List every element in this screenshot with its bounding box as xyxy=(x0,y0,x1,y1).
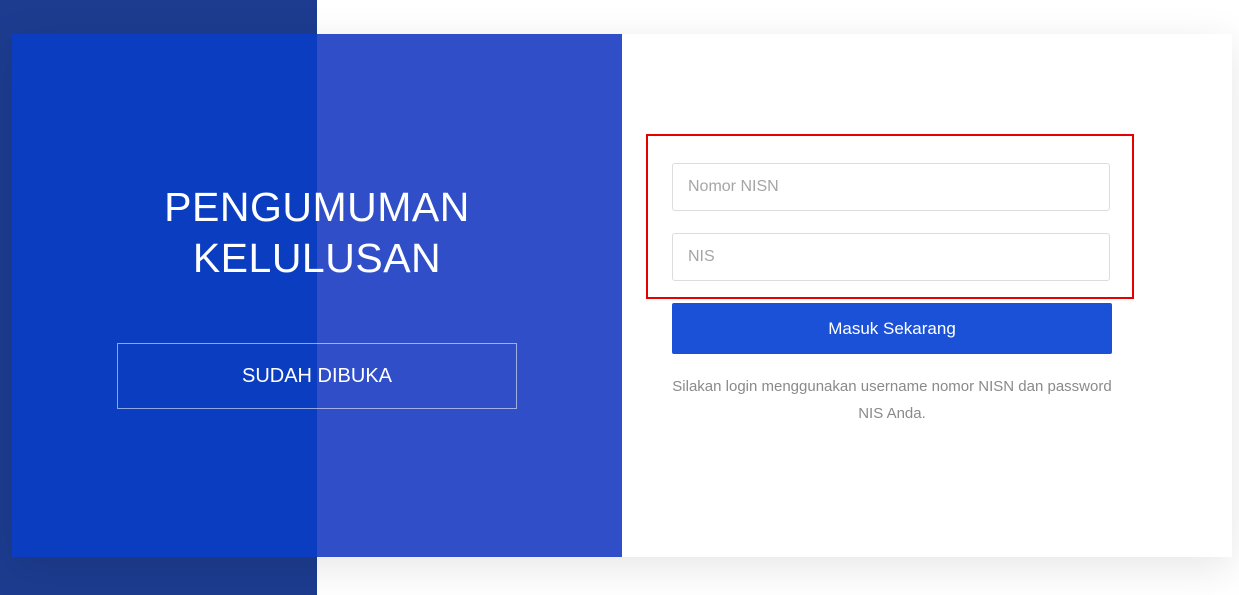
nis-input[interactable] xyxy=(672,233,1110,281)
login-panel: Masuk Sekarang Silakan login menggunakan… xyxy=(622,34,1232,557)
announcement-title-line2: KELULUSAN xyxy=(192,235,442,281)
login-hint: Silakan login menggunakan username nomor… xyxy=(672,378,1112,422)
nisn-input[interactable] xyxy=(672,163,1110,211)
status-badge: SUDAH DIBUKA xyxy=(117,343,517,409)
announcement-panel: PENGUMUMAN KELULUSAN SUDAH DIBUKA xyxy=(12,34,622,557)
login-button[interactable]: Masuk Sekarang xyxy=(672,303,1112,354)
announcement-title: PENGUMUMAN KELULUSAN xyxy=(12,182,622,284)
panel-shade xyxy=(12,34,317,557)
announcement-title-line1: PENGUMUMAN xyxy=(164,184,470,230)
login-card: PENGUMUMAN KELULUSAN SUDAH DIBUKA Masuk … xyxy=(12,34,1232,557)
